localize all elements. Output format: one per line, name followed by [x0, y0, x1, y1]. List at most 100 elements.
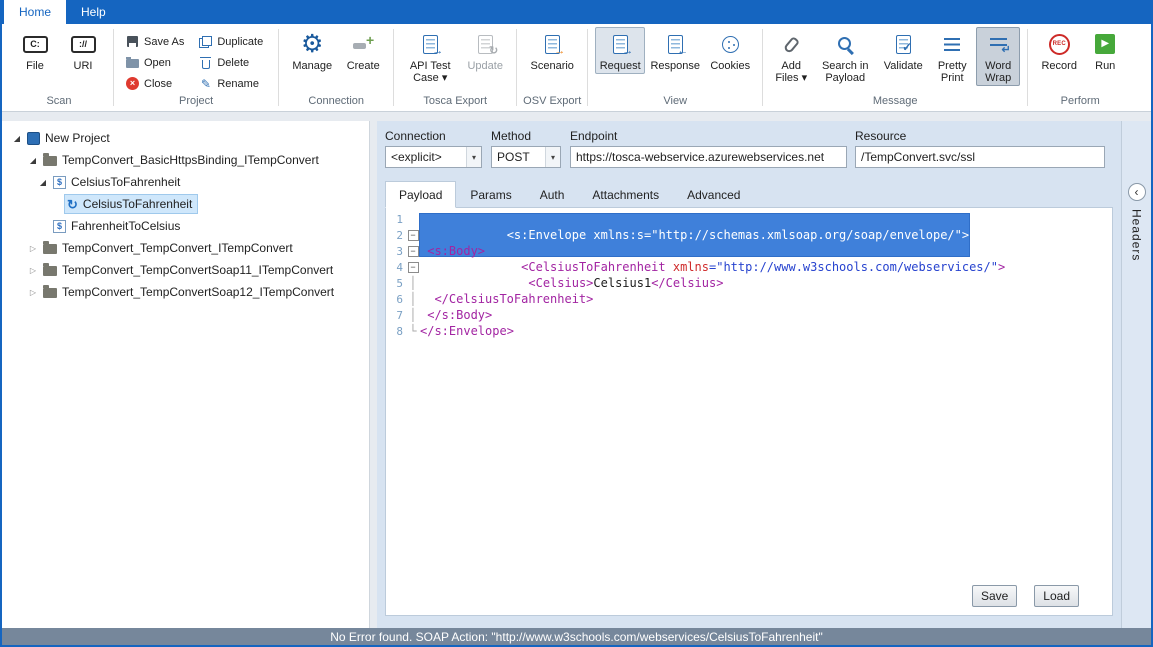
line-number: 5	[386, 277, 406, 290]
endpoint-input[interactable]	[570, 146, 847, 168]
ribbon-group-connection: ⚙ Manage + Create Connection	[279, 24, 393, 111]
tree-item-request[interactable]: ↻ CelsiusToFahrenheit	[2, 193, 369, 215]
folder-icon	[43, 288, 57, 298]
expander-expanded-icon[interactable]: ◢	[26, 156, 40, 165]
tree-item-operation[interactable]: ◢ $ CelsiusToFahrenheit	[2, 171, 369, 193]
update-button[interactable]: ↻ Update	[461, 27, 509, 74]
fold-guide: │	[406, 291, 420, 307]
line-number: 7	[386, 309, 406, 322]
pretty-print-button[interactable]: Pretty Print	[930, 27, 974, 86]
pretty-print-icon	[944, 38, 960, 51]
payload-editor[interactable]: 1 <?xml version="1.0" encoding="utf-8"?>…	[385, 207, 1113, 616]
tab-advanced[interactable]: Advanced	[673, 181, 754, 207]
close-button[interactable]: × Close	[121, 74, 188, 93]
validate-button[interactable]: ✓ Validate	[878, 27, 928, 74]
tab-help[interactable]: Help	[66, 0, 121, 24]
search-icon	[836, 35, 855, 54]
scenario-button[interactable]: → Scenario	[524, 27, 580, 74]
cookies-view-button[interactable]: Cookies	[705, 27, 755, 74]
status-text: No Error found. SOAP Action: "http://www…	[330, 630, 823, 644]
tree-item-folder[interactable]: ▷ TempConvert_TempConvert_ITempConvert	[2, 237, 369, 259]
create-connection-button[interactable]: + Create	[340, 27, 386, 74]
status-bar: No Error found. SOAP Action: "http://www…	[2, 628, 1151, 645]
trash-icon	[202, 60, 210, 69]
headers-tab[interactable]: Headers	[1130, 209, 1144, 261]
tab-home[interactable]: Home	[4, 0, 66, 24]
ribbon-gap	[2, 112, 1151, 121]
save-as-button[interactable]: Save As	[121, 32, 188, 51]
expander-collapsed-icon[interactable]: ▷	[26, 244, 40, 253]
fold-guide: │	[406, 275, 420, 291]
run-button[interactable]: ▶ Run	[1085, 27, 1125, 74]
group-label-message: Message	[763, 95, 1027, 111]
delete-button[interactable]: Delete	[194, 53, 267, 72]
connection-select[interactable]: <explicit> ▾	[385, 146, 482, 168]
fold-toggle-icon[interactable]: −	[408, 246, 419, 257]
ribbon-group-perform: REC Record ▶ Run Perform	[1028, 24, 1132, 111]
service-icon: $	[53, 176, 66, 189]
tree-item-operation[interactable]: $ FahrenheitToCelsius	[2, 215, 369, 237]
record-icon: REC	[1049, 34, 1070, 55]
cookie-icon	[722, 36, 739, 53]
tab-payload[interactable]: Payload	[385, 181, 456, 208]
ribbon-group-scan: C: File :// URI Scan	[5, 24, 113, 111]
tab-params[interactable]: Params	[456, 181, 525, 207]
code-line-selected[interactable]: 2 − <s:Envelope xmlns:s="http://schemas.…	[386, 227, 1112, 243]
file-button[interactable]: C: File	[12, 27, 58, 74]
add-files-button[interactable]: Add Files ▾	[770, 27, 812, 86]
payload-tab-strip: Payload Params Auth Attachments Advanced	[377, 181, 1121, 207]
word-wrap-button[interactable]: ↵ Word Wrap	[976, 27, 1020, 86]
uri-button[interactable]: :// URI	[60, 27, 106, 74]
tab-auth[interactable]: Auth	[526, 181, 579, 207]
api-test-case-button[interactable]: → API Test Case ▾	[401, 27, 459, 86]
word-wrap-icon: ↵	[990, 38, 1007, 50]
save-button[interactable]: Save	[972, 585, 1017, 607]
uri-scan-icon: ://	[71, 36, 96, 53]
record-button[interactable]: REC Record	[1035, 27, 1083, 74]
tree-item-folder[interactable]: ▷ TempConvert_TempConvertSoap11_ITempCon…	[2, 259, 369, 281]
duplicate-button[interactable]: Duplicate	[194, 32, 267, 51]
group-label-osv-export: OSV Export	[517, 95, 587, 111]
open-folder-icon	[126, 59, 139, 68]
group-label-perform: Perform	[1028, 95, 1132, 111]
panel-splitter[interactable]	[370, 121, 377, 628]
ribbon-group-view: → Request ← Response Cookies View	[588, 24, 762, 111]
ribbon-group-tosca-export: → API Test Case ▾ ↻ Update Tosca Export	[394, 24, 516, 111]
expander-collapsed-icon[interactable]: ▷	[26, 288, 40, 297]
tab-attachments[interactable]: Attachments	[578, 181, 673, 207]
line-number: 8	[386, 325, 406, 338]
code-line[interactable]: 7 │ </s:Body>	[386, 307, 1112, 323]
file-scan-icon: C:	[23, 36, 48, 53]
resource-input[interactable]	[855, 146, 1105, 168]
tree-item-new-project[interactable]: ◢ New Project	[2, 127, 369, 149]
ribbon-tab-bar: Home Help	[2, 0, 1151, 24]
search-in-payload-button[interactable]: Search in Payload	[814, 27, 876, 86]
line-number: 6	[386, 293, 406, 306]
connection-bar: Connection <explicit> ▾ Method POST ▾ En…	[377, 121, 1121, 175]
tree-item-folder[interactable]: ▷ TempConvert_TempConvertSoap12_ITempCon…	[2, 281, 369, 303]
open-button[interactable]: Open	[121, 53, 188, 72]
group-label-scan: Scan	[5, 95, 113, 111]
response-view-button[interactable]: ← Response	[647, 27, 703, 74]
method-value: POST	[497, 150, 530, 164]
expander-collapsed-icon[interactable]: ▷	[26, 266, 40, 275]
manage-connection-button[interactable]: ⚙ Manage	[286, 27, 338, 74]
gear-icon: ⚙	[301, 32, 323, 57]
request-view-button[interactable]: → Request	[595, 27, 645, 74]
rename-button[interactable]: ✎ Rename	[194, 74, 267, 93]
duplicate-icon	[199, 36, 212, 48]
chevron-down-icon: ▾	[545, 147, 560, 167]
tree-item-folder[interactable]: ◢ TempConvert_BasicHttpsBinding_ITempCon…	[2, 149, 369, 171]
expander-expanded-icon[interactable]: ◢	[10, 134, 24, 143]
code-line[interactable]: 6 │ </CelsiusToFahrenheit>	[386, 291, 1112, 307]
headers-expand-button[interactable]: ‹	[1128, 183, 1146, 201]
code-line[interactable]: 8 └ </s:Envelope>	[386, 323, 1112, 339]
line-number: 4	[386, 261, 406, 274]
method-select[interactable]: POST ▾	[491, 146, 561, 168]
fold-toggle-icon[interactable]: −	[408, 262, 419, 273]
fold-toggle-icon[interactable]: −	[408, 230, 419, 241]
create-connection-icon: +	[352, 35, 374, 53]
main-area: ◢ New Project ◢ TempConvert_BasicHttpsBi…	[2, 121, 1151, 628]
load-button[interactable]: Load	[1034, 585, 1079, 607]
expander-expanded-icon[interactable]: ◢	[36, 178, 50, 187]
